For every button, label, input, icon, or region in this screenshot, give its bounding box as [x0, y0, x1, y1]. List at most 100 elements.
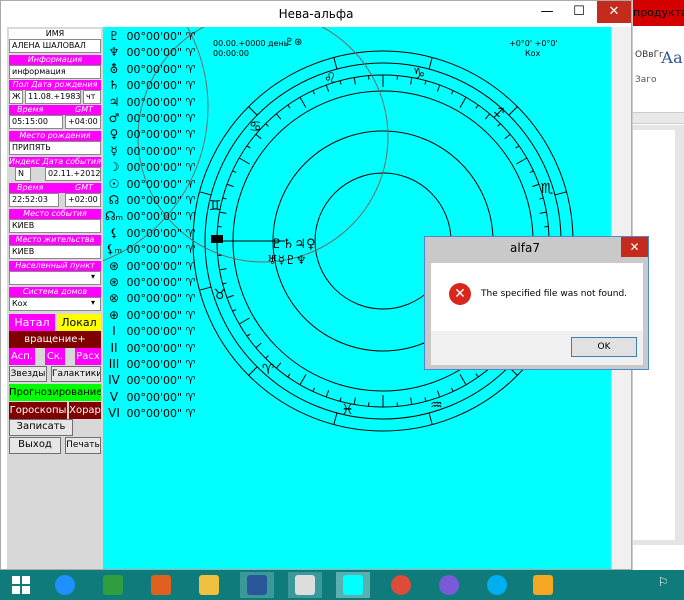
aspects-button[interactable]: Асп. — [9, 348, 35, 365]
info-label: Информация — [9, 55, 101, 65]
planet-position: 00°00'00" ♈ — [123, 30, 196, 43]
sign-divider — [333, 412, 338, 425]
planet-position: 00°00'00" ♈ — [123, 407, 196, 421]
locality-select[interactable] — [9, 271, 101, 285]
close-button[interactable]: ✕ — [597, 1, 631, 23]
taskbar-ie[interactable] — [48, 572, 82, 598]
dialog-close-button[interactable]: ✕ — [621, 237, 648, 257]
planet-row: ♇ 00°00'00" ♈ — [105, 28, 215, 44]
horar-button[interactable]: Хорар — [69, 402, 101, 419]
natal-button[interactable]: Натал — [9, 314, 55, 331]
planet-position: 00°00'00" ♈ — [123, 276, 196, 289]
zodiac-glyph: ♉ — [213, 287, 226, 303]
zodiac-glyph: ♐ — [492, 106, 505, 122]
background-tab-text: Заго — [635, 75, 657, 85]
exit-button[interactable]: Выход — [9, 437, 61, 454]
degree-tick — [238, 317, 250, 325]
rask-button[interactable]: Расх — [75, 348, 101, 365]
windows-icon — [12, 576, 30, 594]
degree-tick — [339, 397, 342, 402]
degree-tick — [232, 309, 237, 312]
planet-position: 00°00'00" ♈ — [123, 194, 196, 207]
planet-glyph: ⊛ — [108, 258, 120, 273]
window-icon — [295, 575, 315, 595]
planet-glyph: IV — [108, 373, 120, 388]
degree-tick — [436, 84, 441, 92]
planet-glyph: III — [108, 357, 120, 371]
sk-button[interactable]: Ск. — [45, 348, 65, 365]
birth-gmt-label: GMT — [67, 105, 101, 115]
planet-position: 00°00'00" ♈ — [123, 95, 196, 109]
degree-tick — [232, 170, 237, 173]
taskbar-explorer[interactable] — [192, 572, 226, 598]
info-field[interactable]: информация — [9, 65, 101, 79]
ok-button[interactable]: OK — [571, 337, 637, 357]
forecast-button[interactable]: Прогнозирование — [9, 384, 101, 401]
taskbar-tray[interactable]: ⚐ — [646, 572, 680, 598]
degree-tick — [275, 113, 282, 120]
planet-row: II 00°00'00" ♈ — [105, 340, 215, 356]
sign-divider — [508, 106, 518, 116]
sex-field[interactable]: Ж — [9, 90, 23, 104]
birth-date-field[interactable]: 11.08.+1983 — [25, 90, 81, 104]
house-system-chevron-down-icon[interactable]: ▾ — [91, 298, 95, 307]
event-header-label: Индекс Дата события — [9, 157, 101, 167]
planet-position: 00°00'00" ♈ — [123, 128, 196, 142]
background-ruler — [633, 112, 684, 124]
name-field[interactable]: АЛЕНА ШАЛОВАЛ — [9, 39, 101, 53]
planet-row: ⊛ 00°00'00" ♈ — [105, 274, 215, 290]
planet-row: VI 00°00'00" ♈ — [105, 405, 215, 421]
rotation-button[interactable]: вращение+ — [9, 331, 101, 348]
chart-header-planets: ♇⊛ — [285, 37, 303, 48]
local-button[interactable]: Локал — [57, 314, 101, 331]
taskbar-word[interactable] — [240, 572, 274, 598]
taskbar-app1[interactable] — [144, 572, 178, 598]
degree-tick — [353, 77, 356, 85]
taskbar-outlook[interactable] — [526, 572, 560, 598]
taskbar-chrome[interactable] — [384, 572, 418, 598]
planet-glyph: V — [109, 389, 119, 404]
house-system-select[interactable]: Кох — [9, 297, 101, 311]
degree-tick — [515, 145, 520, 149]
residence-field[interactable]: КИЕВ — [9, 245, 101, 259]
planet-position: 00°00'00" ♈ — [123, 79, 196, 93]
title-bar[interactable]: Нева-альфа — ☐ ✕ — [1, 1, 631, 27]
horoscopes-button[interactable]: Гороскопы — [9, 402, 67, 419]
zodiac-glyph: ♋ — [249, 119, 262, 135]
save-button[interactable]: Записать — [9, 419, 73, 436]
birthplace-field[interactable]: ПРИПЯТЬ — [9, 141, 101, 155]
degree-tick — [299, 96, 307, 108]
event-date-field[interactable]: 02.11.+2012 — [45, 167, 101, 181]
degree-tick — [275, 362, 282, 369]
planet-row: ♂ 00°00'00" ♈ — [105, 110, 215, 126]
planet-glyph: ☉ — [108, 176, 120, 191]
galaxies-button[interactable]: Галактики — [51, 366, 101, 382]
event-time-field[interactable]: 22:52:03 — [9, 193, 59, 207]
zodiac-glyph: ♌ — [324, 70, 337, 86]
print-button[interactable]: Печать — [65, 437, 101, 454]
birth-time-field[interactable]: 05:15:00 — [9, 115, 63, 129]
minimize-button[interactable]: — — [534, 1, 560, 23]
maximize-button[interactable]: ☐ — [566, 1, 592, 23]
app-icon — [439, 575, 459, 595]
start-button[interactable] — [4, 572, 38, 598]
taskbar-neva[interactable] — [336, 572, 370, 598]
planet-row: ☊ₘ 00°00'00" ♈ — [105, 208, 215, 224]
event-place-field[interactable]: КИЕВ — [9, 219, 101, 233]
locality-label: Населенный пункт — [9, 261, 101, 271]
index-field[interactable]: N — [15, 167, 31, 181]
stars-button[interactable]: Звезды — [9, 366, 47, 382]
taskbar-app2[interactable] — [432, 572, 466, 598]
dialog-body: ✕ The specified file was not found. — [431, 263, 643, 331]
degree-tick — [410, 397, 413, 405]
taskbar-skype[interactable] — [480, 572, 514, 598]
birth-gmt-field[interactable]: +04:00 — [65, 115, 101, 129]
locality-chevron-down-icon[interactable]: ▾ — [91, 272, 95, 281]
taskbar-window[interactable] — [288, 572, 322, 598]
planet-position: 00°00'00" ♈ — [123, 144, 196, 158]
chart-cluster-bottom: ♅☿♇♆ — [267, 253, 307, 267]
taskbar-store[interactable] — [96, 572, 130, 598]
house-system-label: Система домов — [9, 287, 101, 297]
event-gmt-field[interactable]: +02:00 — [65, 193, 101, 207]
degree-tick — [325, 390, 330, 398]
